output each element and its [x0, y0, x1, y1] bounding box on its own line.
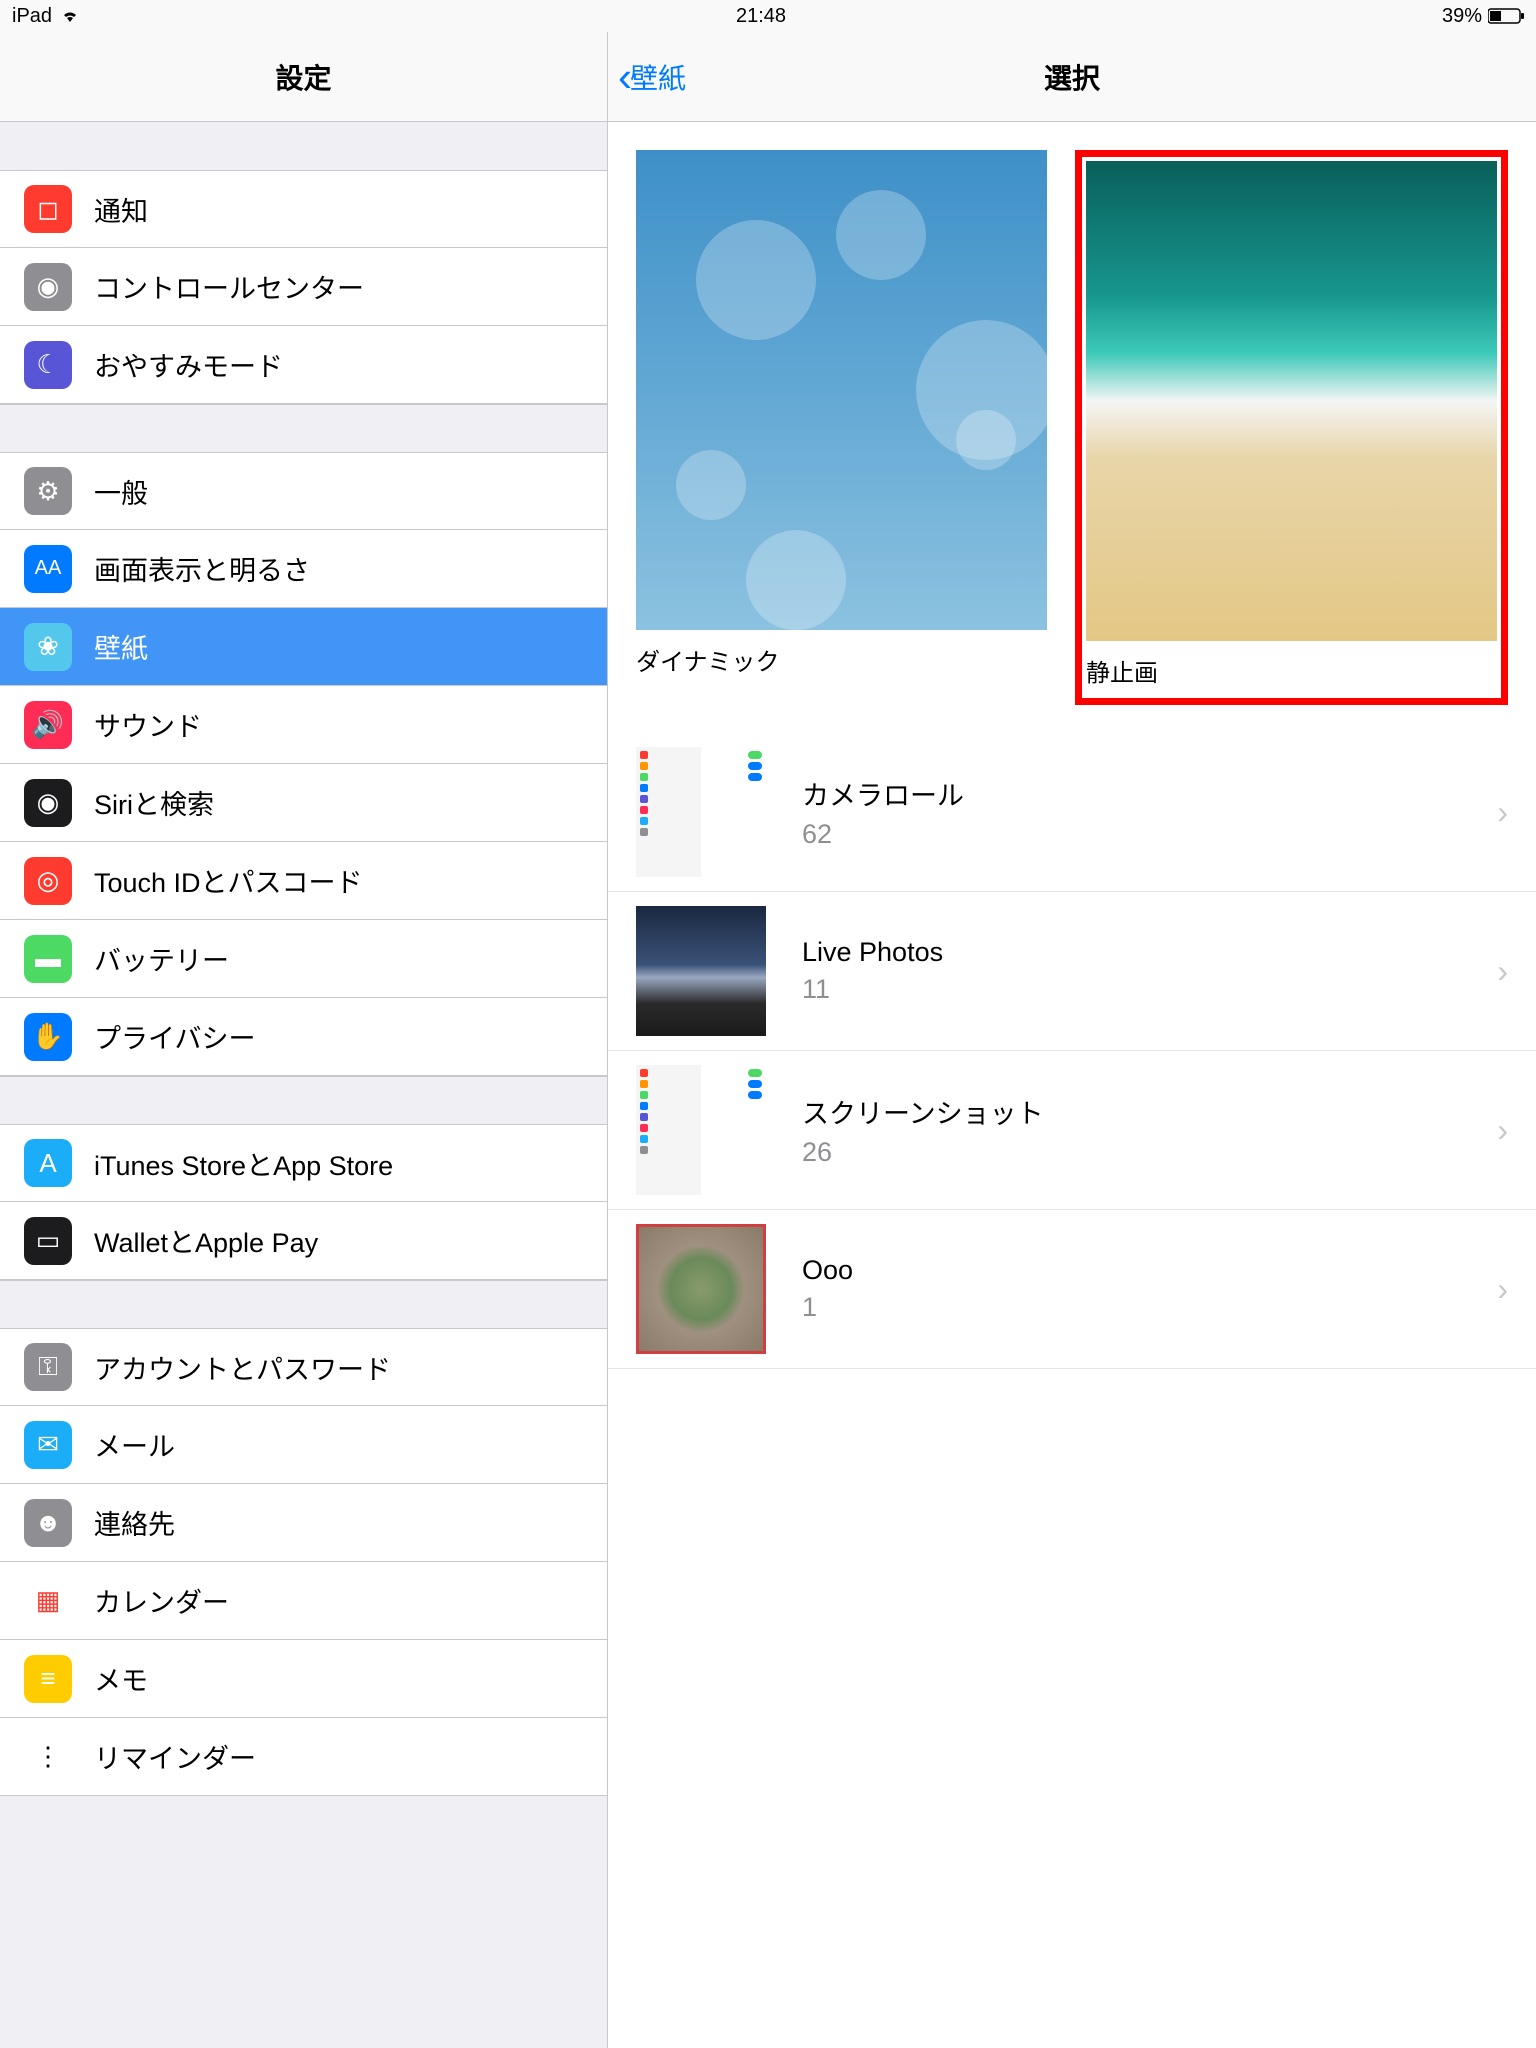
sidebar-item-label: メモ — [94, 1659, 148, 1698]
chevron-right-icon: › — [1497, 794, 1508, 831]
album-count: 26 — [802, 1137, 1497, 1168]
calendar-icon: ▦ — [24, 1577, 72, 1625]
album-ooo[interactable]: Ooo 1› — [608, 1210, 1536, 1369]
mail-icon: ✉ — [24, 1421, 72, 1469]
sidebar-item-calendar[interactable]: ▦ カレンダー — [0, 1562, 607, 1640]
detail-pane: ‹ 壁紙 選択 ダイナミック静止画 カメラロール62›Live Photos11… — [608, 32, 1536, 2048]
sidebar-item-sounds[interactable]: 🔊 サウンド — [0, 686, 607, 764]
album-title: カメラロール — [802, 774, 1497, 813]
sidebar-item-itunes[interactable]: AiTunes StoreとApp Store — [0, 1124, 607, 1202]
accounts-icon: ⚿ — [24, 1343, 72, 1391]
sidebar-item-siri[interactable]: ◉ Siriと検索 — [0, 764, 607, 842]
still-wallpaper-thumbnail — [1086, 161, 1497, 641]
sidebar-item-label: バッテリー — [94, 939, 229, 978]
device-name: iPad — [12, 5, 52, 28]
album-title: Ooo — [802, 1255, 1497, 1286]
sidebar-item-label: 一般 — [94, 472, 148, 511]
contacts-icon: ☻ — [24, 1499, 72, 1547]
sidebar-item-label: WalletとApple Pay — [94, 1221, 318, 1260]
control-center-icon: ◉ — [24, 263, 72, 311]
album-thumbnail — [636, 1224, 766, 1354]
sidebar-item-wallpaper[interactable]: ❀ 壁紙 — [0, 608, 607, 686]
sidebar-item-label: サウンド — [94, 705, 202, 744]
sidebar-item-accounts[interactable]: ⚿ アカウントとパスワード — [0, 1328, 607, 1406]
itunes-icon: A — [24, 1139, 72, 1187]
sidebar-item-label: プライバシー — [94, 1017, 255, 1056]
album-livephotos[interactable]: Live Photos 11› — [608, 892, 1536, 1051]
sidebar-title: 設定 — [0, 32, 607, 122]
wallpaper-type-dynamic[interactable]: ダイナミック — [636, 150, 1047, 705]
wallet-icon: ▭ — [24, 1217, 72, 1265]
back-label: 壁紙 — [630, 57, 686, 97]
sidebar-item-touchid[interactable]: ◎ Touch IDとパスコード — [0, 842, 607, 920]
dynamic-wallpaper-thumbnail — [636, 150, 1047, 630]
sidebar-item-wallet[interactable]: ▭ WalletとApple Pay — [0, 1202, 607, 1280]
wallpaper-type-still[interactable]: 静止画 — [1075, 150, 1508, 705]
sidebar-item-label: Touch IDとパスコード — [94, 861, 363, 900]
album-thumbnail — [636, 906, 766, 1036]
sidebar-item-mail[interactable]: ✉ メール — [0, 1406, 607, 1484]
status-bar: iPad 21:48 39% — [0, 0, 1536, 32]
detail-title: 選択 — [1044, 57, 1100, 97]
sidebar-item-label: 画面表示と明るさ — [94, 549, 310, 588]
notifications-icon: ◻ — [24, 185, 72, 233]
chevron-right-icon: › — [1497, 1112, 1508, 1149]
album-cameraroll[interactable]: カメラロール 62› — [608, 733, 1536, 892]
settings-sidebar: 設定 ◻ 通知 ◉ コントロールセンター ☾ おやすみモード ⚙ 一般 AA 画面表示と明るさ ❀ 壁… — [0, 32, 608, 2048]
sidebar-item-contacts[interactable]: ☻ 連絡先 — [0, 1484, 607, 1562]
wifi-icon — [60, 9, 80, 23]
album-thumbnail — [636, 1065, 766, 1195]
sidebar-item-notifications[interactable]: ◻ 通知 — [0, 170, 607, 248]
sidebar-item-label: Siriと検索 — [94, 783, 214, 822]
wallpaper-icon: ❀ — [24, 623, 72, 671]
chevron-right-icon: › — [1497, 953, 1508, 990]
sidebar-item-label: リマインダー — [94, 1737, 256, 1776]
sounds-icon: 🔊 — [24, 701, 72, 749]
album-count: 11 — [802, 974, 1497, 1005]
touchid-icon: ◎ — [24, 857, 72, 905]
dnd-icon: ☾ — [24, 341, 72, 389]
back-button[interactable]: ‹ 壁紙 — [608, 56, 686, 98]
battery-percent: 39% — [1442, 5, 1482, 28]
album-title: スクリーンショット — [802, 1092, 1497, 1131]
sidebar-item-notes[interactable]: ≡ メモ — [0, 1640, 607, 1718]
sidebar-item-label: メール — [94, 1425, 175, 1464]
album-count: 62 — [802, 819, 1497, 850]
album-thumbnail — [636, 747, 766, 877]
sidebar-item-privacy[interactable]: ✋ プライバシー — [0, 998, 607, 1076]
reminders-icon: ⋮ — [24, 1733, 72, 1781]
sidebar-item-label: おやすみモード — [94, 345, 283, 384]
general-icon: ⚙ — [24, 467, 72, 515]
sidebar-item-label: 壁紙 — [94, 627, 148, 666]
sidebar-item-battery[interactable]: ▬ バッテリー — [0, 920, 607, 998]
wallpaper-type-label: ダイナミック — [636, 642, 1047, 677]
sidebar-item-reminders[interactable]: ⋮ リマインダー — [0, 1718, 607, 1796]
sidebar-item-general[interactable]: ⚙ 一般 — [0, 452, 607, 530]
album-title: Live Photos — [802, 937, 1497, 968]
sidebar-item-label: カレンダー — [94, 1581, 229, 1620]
siri-icon: ◉ — [24, 779, 72, 827]
sidebar-item-label: iTunes StoreとApp Store — [94, 1144, 393, 1183]
privacy-icon: ✋ — [24, 1013, 72, 1061]
status-time: 21:48 — [736, 5, 786, 28]
wallpaper-type-label: 静止画 — [1086, 653, 1497, 688]
battery-icon: ▬ — [24, 935, 72, 983]
album-screenshots[interactable]: スクリーンショット 26› — [608, 1051, 1536, 1210]
battery-icon — [1488, 8, 1524, 24]
notes-icon: ≡ — [24, 1655, 72, 1703]
album-count: 1 — [802, 1292, 1497, 1323]
sidebar-item-dnd[interactable]: ☾ おやすみモード — [0, 326, 607, 404]
sidebar-item-display[interactable]: AA 画面表示と明るさ — [0, 530, 607, 608]
sidebar-item-label: 連絡先 — [94, 1503, 175, 1542]
sidebar-item-label: コントロールセンター — [94, 267, 364, 306]
detail-header: ‹ 壁紙 選択 — [608, 32, 1536, 122]
sidebar-item-control-center[interactable]: ◉ コントロールセンター — [0, 248, 607, 326]
chevron-right-icon: › — [1497, 1271, 1508, 1308]
display-icon: AA — [24, 545, 72, 593]
sidebar-item-label: 通知 — [94, 190, 148, 229]
sidebar-item-label: アカウントとパスワード — [94, 1348, 391, 1387]
